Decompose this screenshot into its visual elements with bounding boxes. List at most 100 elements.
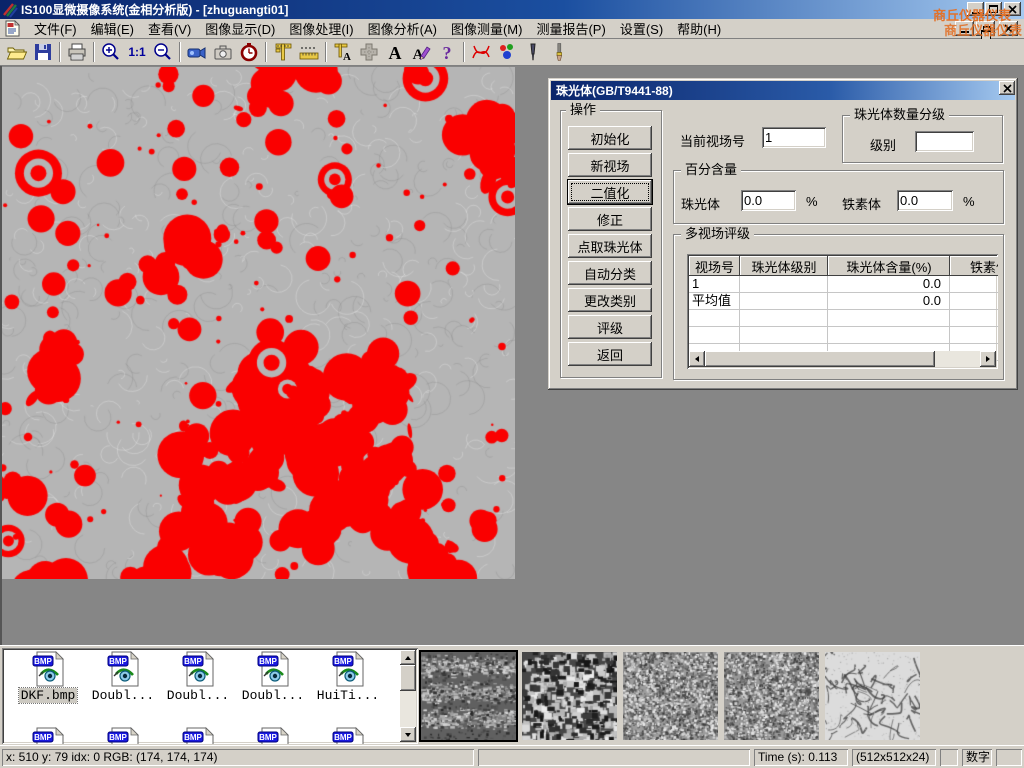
phase-particles-button[interactable] [494,40,520,64]
table-row[interactable]: 1 0.0 [689,276,998,293]
camera-capture-button[interactable] [210,40,236,64]
file-item[interactable]: BMP [12,727,84,744]
file-item[interactable]: BMP Doubl... [87,651,159,703]
timer-button[interactable] [236,40,262,64]
menu-image-measure[interactable]: 图像测量(M) [444,17,530,40]
arrow-up-icon [405,653,411,660]
file-item[interactable]: BMP [162,727,234,744]
paint-brush-button[interactable] [546,40,572,64]
multifield-table[interactable]: 视场号 珠光体级别 珠光体含量(%) 铁素体 1 0.0 平均值 0.0 [687,254,998,369]
file-item[interactable]: BMP [312,727,384,744]
vscroll-thumb[interactable] [400,665,416,691]
ferrite-percent-input[interactable] [897,190,953,211]
text-annotation-button[interactable]: A [382,40,408,64]
mdi-minimize-button[interactable] [955,21,974,36]
maximize-button[interactable] [985,2,1002,16]
pearlite-percent-input[interactable] [741,190,796,211]
status-spare-panel [478,749,750,766]
menu-image-processing[interactable]: 图像处理(I) [282,17,360,40]
hscroll-thumb[interactable] [705,351,935,367]
clock-icon [238,41,260,63]
menu-help[interactable]: 帮助(H) [670,17,728,40]
correct-button[interactable]: 修正 [568,207,652,231]
return-button[interactable]: 返回 [568,342,652,366]
scroll-down-button[interactable] [400,727,416,742]
init-button[interactable]: 初始化 [568,126,652,150]
document-icon[interactable] [4,20,21,37]
col-header-pearlite[interactable]: 珠光体含量(%) [828,256,950,276]
pick-pearlite-button[interactable]: 点取珠光体 [568,234,652,258]
file-item[interactable]: BMP DKF.bmp [12,651,84,703]
save-button[interactable] [30,40,56,64]
measure-text-button[interactable]: A [330,40,356,64]
thumbnail-image-4[interactable] [724,652,819,740]
draw-pen-button[interactable] [520,40,546,64]
menu-edit[interactable]: 编辑(E) [84,17,141,40]
thumbnail-image-5[interactable] [825,652,920,740]
file-list-scrollbar[interactable] [400,650,416,742]
metallograph-image[interactable] [2,67,515,579]
file-item[interactable]: BMP Doubl... [162,651,234,703]
dialog-title: 珠光体(GB/T9441-88) [556,82,673,99]
scroll-right-button[interactable] [980,351,996,367]
new-field-button[interactable]: 新视场 [568,153,652,177]
menu-settings[interactable]: 设置(S) [613,17,670,40]
file-label[interactable]: DKF.bmp [19,688,78,703]
video-capture-button[interactable] [184,40,210,64]
ruler-button[interactable] [296,40,322,64]
file-label[interactable]: HuiTi... [315,688,381,703]
arrow-left-icon [692,356,699,362]
rate-button[interactable]: 评级 [568,315,652,339]
grade-input[interactable] [915,131,974,152]
thumbnail-image-3[interactable] [623,652,718,740]
zoom-in-button[interactable] [98,40,124,64]
file-label[interactable]: Doubl... [240,688,306,703]
table-hscrollbar[interactable] [689,351,996,367]
bmp-file-icon: BMP [31,727,65,744]
file-label[interactable]: Doubl... [90,688,156,703]
mdi-restore-button[interactable] [976,21,995,36]
file-item[interactable]: BMP [237,727,309,744]
mdi-close-button[interactable] [999,21,1018,36]
close-button[interactable] [1004,2,1021,16]
curve-measure-button[interactable] [468,40,494,64]
col-header-field[interactable]: 视场号 [689,256,740,276]
print-button[interactable] [64,40,90,64]
open-button[interactable] [4,40,30,64]
help-icon: ? [436,41,458,63]
file-label[interactable]: Doubl... [165,688,231,703]
svg-text:A: A [389,43,402,63]
thumbnail-image-2[interactable] [522,652,617,740]
scroll-up-button[interactable] [400,650,416,665]
menu-view[interactable]: 查看(V) [141,17,198,40]
col-header-ferrite[interactable]: 铁素体 [950,256,998,276]
image-merge-button[interactable] [356,40,382,64]
actual-size-button[interactable]: 1:1 [124,40,150,64]
binarize-button[interactable]: 二值化 [568,180,652,204]
colored-balls-icon [496,41,518,63]
menu-image-analysis[interactable]: 图像分析(A) [361,17,444,40]
dialog-title-bar[interactable]: 珠光体(GB/T9441-88) [551,81,1015,100]
zoom-out-button[interactable] [150,40,176,64]
thumbnail-image-1[interactable] [421,652,516,740]
caliper-button[interactable] [270,40,296,64]
auto-classify-button[interactable]: 自动分类 [568,261,652,285]
caliper-icon [272,41,294,63]
menu-measure-report[interactable]: 测量报告(P) [529,17,612,40]
file-listbox[interactable]: BMP DKF.bmp BMP Doubl... BMP Doubl... BM… [2,648,418,744]
file-item[interactable]: BMP HuiTi... [312,651,384,703]
menu-file[interactable]: 文件(F) [27,17,84,40]
svg-text:BMP: BMP [109,733,127,742]
scroll-left-button[interactable] [689,351,705,367]
change-class-button[interactable]: 更改类别 [568,288,652,312]
file-item[interactable]: BMP [87,727,159,744]
col-header-level[interactable]: 珠光体级别 [740,256,828,276]
edit-annotation-button[interactable]: A [408,40,434,64]
file-item[interactable]: BMP Doubl... [237,651,309,703]
table-row[interactable]: 平均值 0.0 [689,293,998,310]
menu-image-display[interactable]: 图像显示(D) [198,17,282,40]
help-button[interactable]: ? [434,40,460,64]
minimize-button[interactable] [967,2,984,16]
current-field-input[interactable] [762,127,826,148]
dialog-close-button[interactable] [999,81,1015,95]
